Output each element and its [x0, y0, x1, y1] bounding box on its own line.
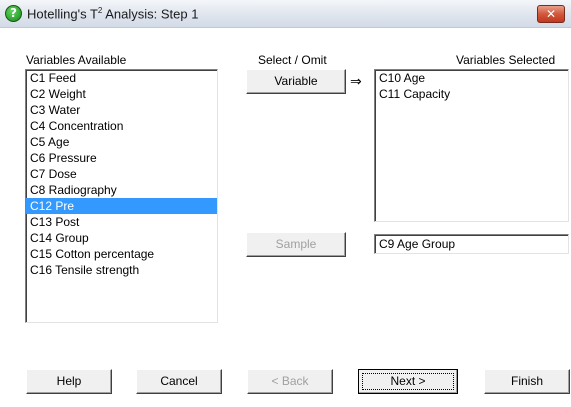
dialog-window: ? Hotelling's T2 Analysis: Step 1 ✕ Vari…	[0, 0, 571, 407]
sample-field[interactable]: C9 Age Group	[374, 234, 569, 254]
window-title: Hotelling's T2 Analysis: Step 1	[27, 6, 199, 22]
variables-selected-list[interactable]: C10 Age C11 Capacity	[374, 69, 569, 222]
list-item[interactable]: C7 Dose	[26, 166, 217, 182]
list-item[interactable]: C4 Concentration	[26, 118, 217, 134]
move-arrow-icon: ⇒	[350, 74, 362, 90]
variables-selected-label: Variables Selected	[456, 53, 556, 67]
next-button[interactable]: Next >	[358, 369, 458, 394]
list-item[interactable]: C1 Feed	[26, 70, 217, 86]
sample-button[interactable]: Sample	[246, 232, 346, 257]
list-item[interactable]: C11 Capacity	[375, 86, 568, 102]
list-item[interactable]: C3 Water	[26, 102, 217, 118]
list-item[interactable]: C5 Age	[26, 134, 217, 150]
list-item[interactable]: C2 Weight	[26, 86, 217, 102]
list-item[interactable]: C10 Age	[375, 70, 568, 86]
list-item[interactable]: C13 Post	[26, 214, 217, 230]
help-button[interactable]: Help	[26, 369, 112, 394]
list-item[interactable]: C6 Pressure	[26, 150, 217, 166]
list-item[interactable]: C8 Radiography	[26, 182, 217, 198]
close-button[interactable]: ✕	[537, 5, 565, 23]
list-item[interactable]: C14 Group	[26, 230, 217, 246]
help-question-icon: ?	[5, 5, 22, 22]
back-button[interactable]: < Back	[247, 369, 333, 394]
variables-available-label: Variables Available	[26, 53, 127, 67]
list-item[interactable]: C15 Cotton percentage	[26, 246, 217, 262]
list-item[interactable]: C12 Pre	[26, 198, 217, 214]
finish-button[interactable]: Finish	[484, 369, 570, 394]
title-bar[interactable]: ? Hotelling's T2 Analysis: Step 1 ✕	[0, 0, 571, 28]
focus-ring	[362, 373, 454, 390]
select-omit-label: Select / Omit	[258, 53, 327, 67]
variable-button[interactable]: Variable	[246, 69, 346, 94]
close-icon: ✕	[545, 7, 557, 21]
cancel-button[interactable]: Cancel	[136, 369, 222, 394]
list-item[interactable]: C16 Tensile strength	[26, 262, 217, 278]
variables-available-list[interactable]: C1 Feed C2 Weight C3 Water C4 Concentration…	[25, 69, 218, 323]
